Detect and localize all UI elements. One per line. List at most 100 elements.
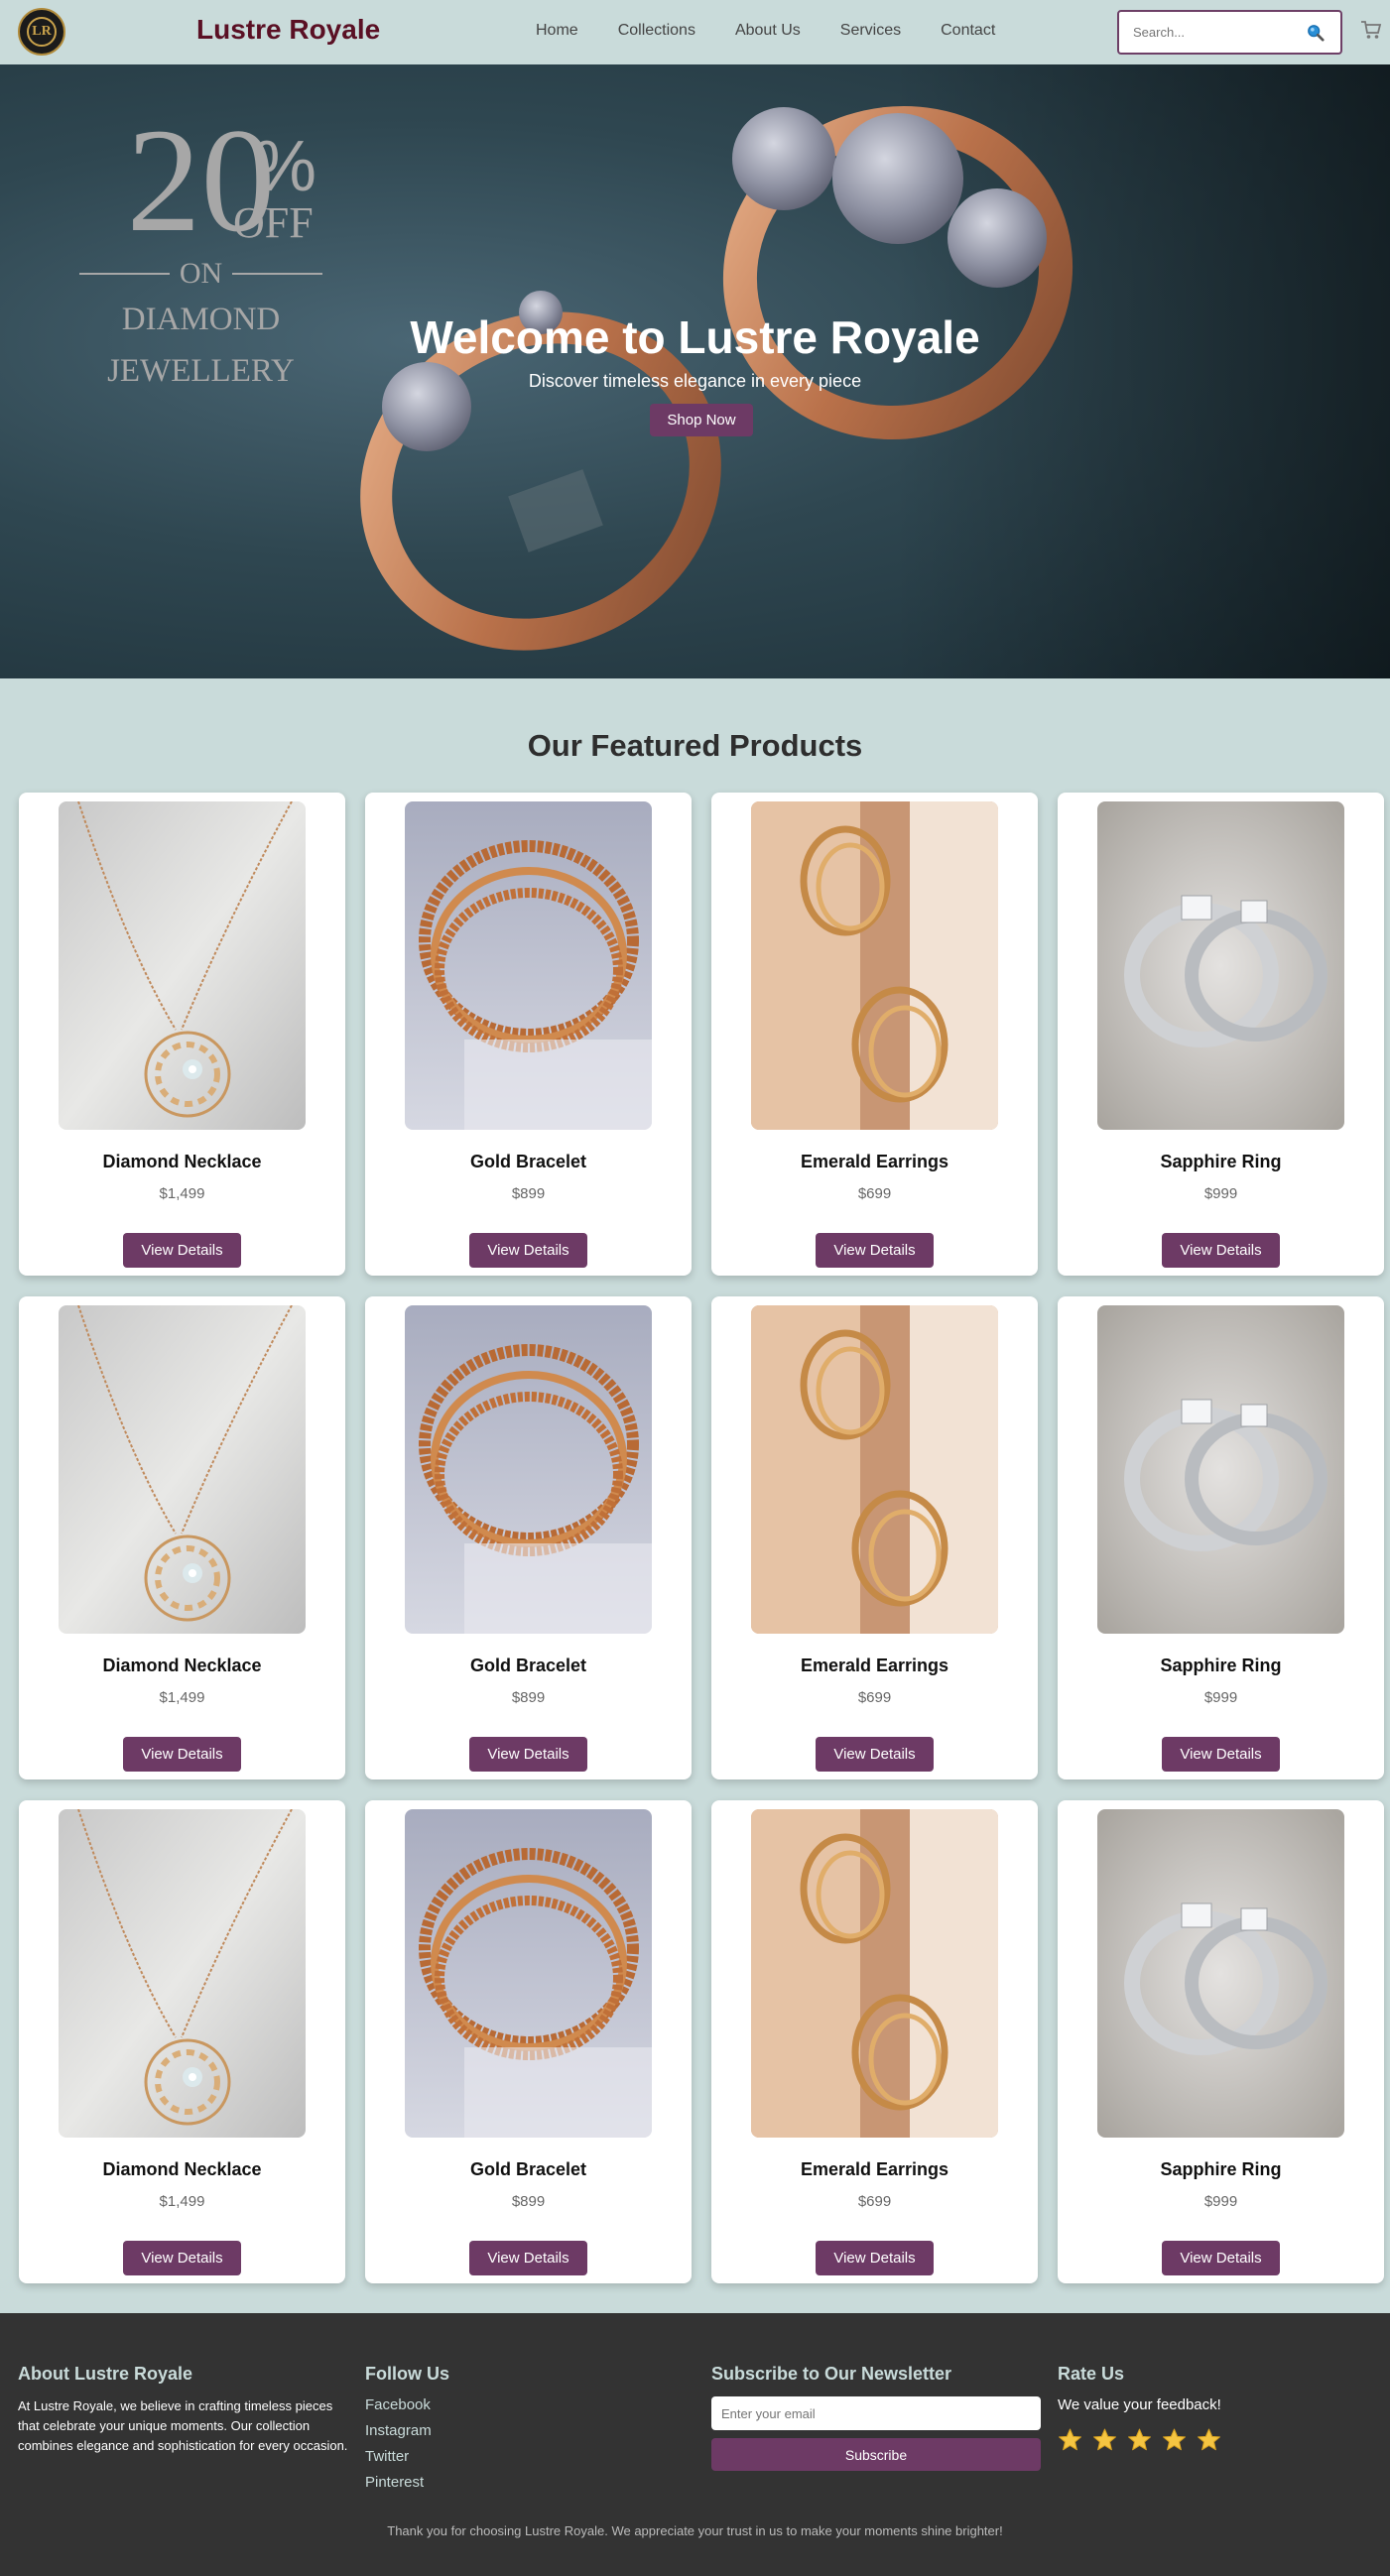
- product-name: Emerald Earrings: [800, 1152, 949, 1171]
- product-card: Gold Bracelet $899 View Details: [365, 1800, 692, 2283]
- main-nav: Home Collections About Us Services Conta…: [536, 22, 1035, 40]
- product-price: $1,499: [159, 1689, 205, 1706]
- view-details-button[interactable]: View Details: [123, 1737, 241, 1772]
- product-image-ring[interactable]: [1097, 1809, 1344, 2138]
- hero-banner: 20 % OFF ON DIAMOND JEWELLERY Welcome to…: [0, 64, 1390, 678]
- product-image-ring[interactable]: [1097, 801, 1344, 1130]
- product-image-necklace[interactable]: [59, 1809, 306, 2138]
- hero-subtitle: Discover timeless elegance in every piec…: [528, 371, 862, 391]
- view-details-button[interactable]: View Details: [469, 2241, 587, 2275]
- footer-note: Thank you for choosing Lustre Royale. We…: [387, 2523, 1003, 2538]
- product-price: $899: [511, 2193, 546, 2210]
- view-details-button[interactable]: View Details: [469, 1233, 587, 1268]
- subscribe-button[interactable]: Subscribe: [711, 2438, 1041, 2471]
- product-price: $899: [511, 1185, 546, 1202]
- product-name: Emerald Earrings: [800, 1656, 949, 1675]
- product-image-bracelet[interactable]: [405, 1305, 652, 1634]
- product-image-necklace[interactable]: [59, 1305, 306, 1634]
- nav-home[interactable]: Home: [536, 22, 578, 40]
- product-price: $999: [1203, 2193, 1238, 2210]
- product-card: Sapphire Ring $999 View Details: [1058, 1296, 1384, 1779]
- product-image-earrings[interactable]: [751, 1305, 998, 1634]
- site-header: LR Lustre Royale Home Collections About …: [0, 0, 1390, 64]
- nav-contact[interactable]: Contact: [941, 22, 995, 40]
- star-icon[interactable]: [1058, 2427, 1082, 2452]
- view-details-button[interactable]: View Details: [123, 1233, 241, 1268]
- star-icon[interactable]: [1197, 2427, 1221, 2452]
- social-link-facebook[interactable]: Facebook: [365, 2396, 449, 2413]
- nav-about-us[interactable]: About Us: [735, 22, 801, 40]
- site-footer: About Lustre Royale At Lustre Royale, we…: [0, 2313, 1390, 2576]
- product-grid: Diamond Necklace $1,499 View Details Gol…: [19, 793, 1384, 2283]
- product-card: Gold Bracelet $899 View Details: [365, 1296, 692, 1779]
- rate-title: Rate Us: [1058, 2364, 1125, 2384]
- view-details-button[interactable]: View Details: [816, 1233, 934, 1268]
- product-price: $1,499: [159, 2193, 205, 2210]
- footer-about: About Lustre Royale At Lustre Royale, we…: [18, 2364, 350, 2456]
- star-icon[interactable]: [1127, 2427, 1152, 2452]
- product-image-ring[interactable]: [1097, 1305, 1344, 1634]
- footer-follow: Follow Us Facebook Instagram Twitter Pin…: [365, 2364, 449, 2500]
- newsletter-email-input[interactable]: [711, 2396, 1041, 2430]
- product-card: Diamond Necklace $1,499 View Details: [19, 1296, 345, 1779]
- product-price: $899: [511, 1689, 546, 1706]
- star-icon[interactable]: [1092, 2427, 1117, 2452]
- product-card: Diamond Necklace $1,499 View Details: [19, 793, 345, 1276]
- product-name: Diamond Necklace: [102, 2159, 262, 2179]
- newsletter-title: Subscribe to Our Newsletter: [711, 2364, 952, 2384]
- product-card: Sapphire Ring $999 View Details: [1058, 793, 1384, 1276]
- product-name: Diamond Necklace: [102, 1152, 262, 1171]
- promo-divider-right: [232, 273, 322, 275]
- product-name: Sapphire Ring: [1160, 1656, 1282, 1675]
- product-name: Emerald Earrings: [800, 2159, 949, 2179]
- view-details-button[interactable]: View Details: [1162, 1233, 1280, 1268]
- footer-about-title: About Lustre Royale: [18, 2364, 193, 2384]
- social-link-twitter[interactable]: Twitter: [365, 2448, 449, 2465]
- promo-divider-left: [79, 273, 170, 275]
- view-details-button[interactable]: View Details: [816, 2241, 934, 2275]
- product-name: Gold Bracelet: [469, 1656, 587, 1675]
- product-image-earrings[interactable]: [751, 1809, 998, 2138]
- footer-follow-title: Follow Us: [365, 2364, 449, 2384]
- hero-title: Welcome to Lustre Royale: [410, 311, 980, 363]
- social-link-instagram[interactable]: Instagram: [365, 2422, 449, 2439]
- promo-off: OFF: [233, 198, 314, 247]
- view-details-button[interactable]: View Details: [1162, 2241, 1280, 2275]
- promo-on: ON: [69, 257, 332, 291]
- product-card: Emerald Earrings $699 View Details: [711, 1296, 1038, 1779]
- footer-newsletter: Subscribe to Our Newsletter Subscribe: [711, 2364, 1041, 2471]
- star-rating: [1058, 2427, 1221, 2452]
- product-image-earrings[interactable]: [751, 801, 998, 1130]
- product-price: $999: [1203, 1185, 1238, 1202]
- view-details-button[interactable]: View Details: [469, 1737, 587, 1772]
- view-details-button[interactable]: View Details: [1162, 1737, 1280, 1772]
- social-link-pinterest[interactable]: Pinterest: [365, 2474, 449, 2491]
- product-image-bracelet[interactable]: [405, 801, 652, 1130]
- product-card: Gold Bracelet $899 View Details: [365, 793, 692, 1276]
- star-icon[interactable]: [1162, 2427, 1187, 2452]
- product-image-bracelet[interactable]: [405, 1809, 652, 2138]
- search-box: [1117, 10, 1342, 55]
- brand-name[interactable]: Lustre Royale: [196, 14, 380, 46]
- view-details-button[interactable]: View Details: [123, 2241, 241, 2275]
- nav-services[interactable]: Services: [840, 22, 901, 40]
- promo-percent: %: [253, 127, 317, 206]
- nav-collections[interactable]: Collections: [618, 22, 695, 40]
- rate-text: We value your feedback!: [1058, 2396, 1221, 2413]
- shop-now-button[interactable]: Shop Now: [650, 404, 753, 436]
- cart-icon[interactable]: [1360, 20, 1382, 40]
- logo[interactable]: LR: [18, 8, 65, 56]
- search-icon[interactable]: [1307, 24, 1325, 42]
- product-price: $999: [1203, 1689, 1238, 1706]
- product-name: Sapphire Ring: [1160, 1152, 1282, 1171]
- footer-about-text: At Lustre Royale, we believe in crafting…: [18, 2398, 348, 2453]
- featured-title: Our Featured Products: [527, 728, 863, 763]
- view-details-button[interactable]: View Details: [816, 1737, 934, 1772]
- product-name: Gold Bracelet: [469, 1152, 587, 1171]
- product-name: Diamond Necklace: [102, 1656, 262, 1675]
- product-image-necklace[interactable]: [59, 801, 306, 1130]
- footer-rate: Rate Us We value your feedback!: [1058, 2364, 1221, 2452]
- product-price: $699: [857, 2193, 892, 2210]
- logo-monogram: LR: [27, 17, 57, 47]
- search-input[interactable]: [1133, 25, 1302, 40]
